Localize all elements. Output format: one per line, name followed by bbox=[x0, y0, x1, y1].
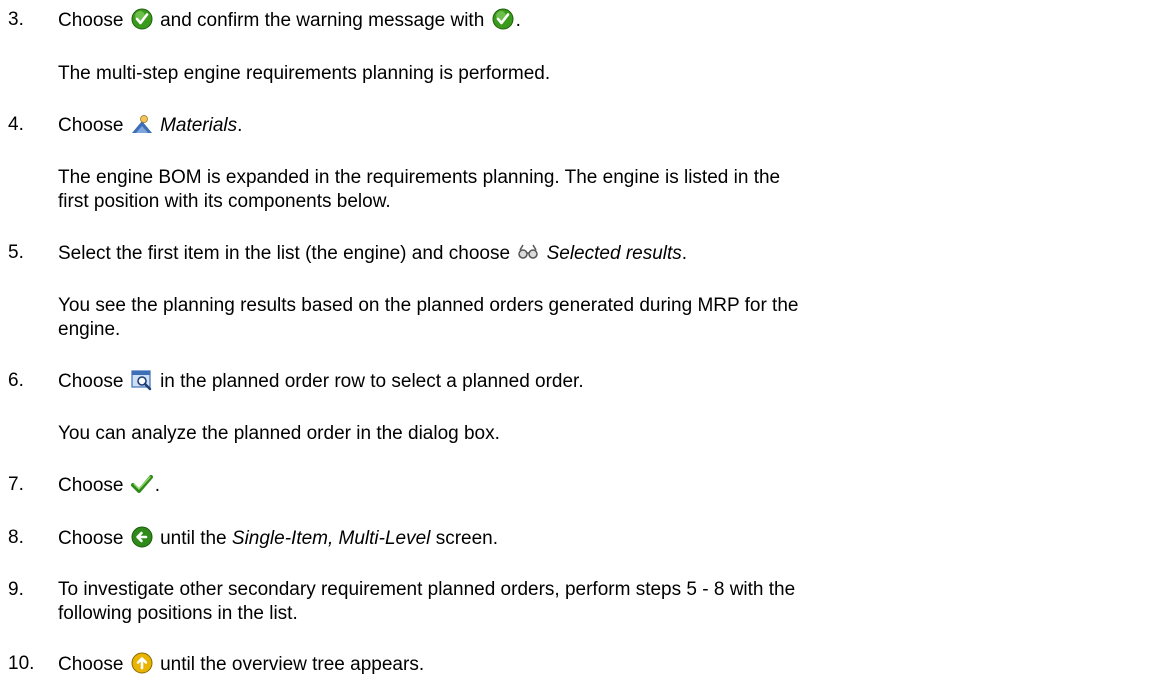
step-number: 10. bbox=[8, 653, 35, 674]
step-text: and confirm the warning message with bbox=[160, 10, 485, 31]
step-3-result: The multi-step engine requirements plann… bbox=[58, 63, 551, 84]
green-check-circle-icon bbox=[131, 8, 153, 30]
step-text: Choose bbox=[58, 10, 124, 31]
up-arrow-icon bbox=[131, 652, 153, 674]
step-9-line-1: To investigate other secondary requireme… bbox=[58, 579, 796, 600]
checkmark-icon bbox=[130, 473, 153, 495]
step-number: 6. bbox=[8, 370, 24, 391]
glasses-icon bbox=[517, 241, 539, 263]
step-5-result-line-1: You see the planning results based on th… bbox=[58, 295, 799, 316]
step-number: 3. bbox=[8, 9, 24, 30]
step-text: Choose bbox=[58, 371, 124, 392]
step-text: until the overview tree appears. bbox=[160, 654, 425, 675]
step-number: 9. bbox=[8, 579, 24, 600]
step-4-result-line-1: The engine BOM is expanded in the requir… bbox=[58, 167, 781, 188]
step-9-line-2: following positions in the list. bbox=[58, 603, 298, 624]
step-number: 5. bbox=[8, 242, 24, 263]
step-6-result: You can analyze the planned order in the… bbox=[58, 423, 500, 444]
step-text: Choose bbox=[58, 654, 124, 675]
detail-magnifier-icon bbox=[131, 369, 153, 391]
step-number: 7. bbox=[8, 474, 24, 495]
step-text: Select the first item in the list (the e… bbox=[58, 243, 511, 264]
single-item-multi-level-term: Single-Item, Multi-Level bbox=[231, 528, 431, 549]
step-text: Choose bbox=[58, 115, 124, 136]
step-text: screen. bbox=[435, 528, 499, 549]
selected-results-term: Selected results bbox=[546, 243, 682, 264]
step-text: Choose bbox=[58, 475, 124, 496]
back-arrow-icon bbox=[131, 526, 153, 548]
step-4-result-line-2: first position with its components below… bbox=[58, 191, 391, 212]
step-5-result-line-2: engine. bbox=[58, 319, 121, 340]
step-text: Choose bbox=[58, 528, 124, 549]
document-page: 3. Choose and confirm the warning messag… bbox=[8, 8, 799, 675]
green-check-circle-icon bbox=[492, 8, 514, 30]
step-number: 8. bbox=[8, 527, 24, 548]
step-number: 4. bbox=[8, 114, 24, 135]
step-text: in the planned order row to select a pla… bbox=[160, 371, 584, 392]
materials-person-icon bbox=[131, 113, 153, 135]
materials-term: Materials bbox=[160, 115, 238, 136]
step-text: until the bbox=[160, 528, 227, 549]
